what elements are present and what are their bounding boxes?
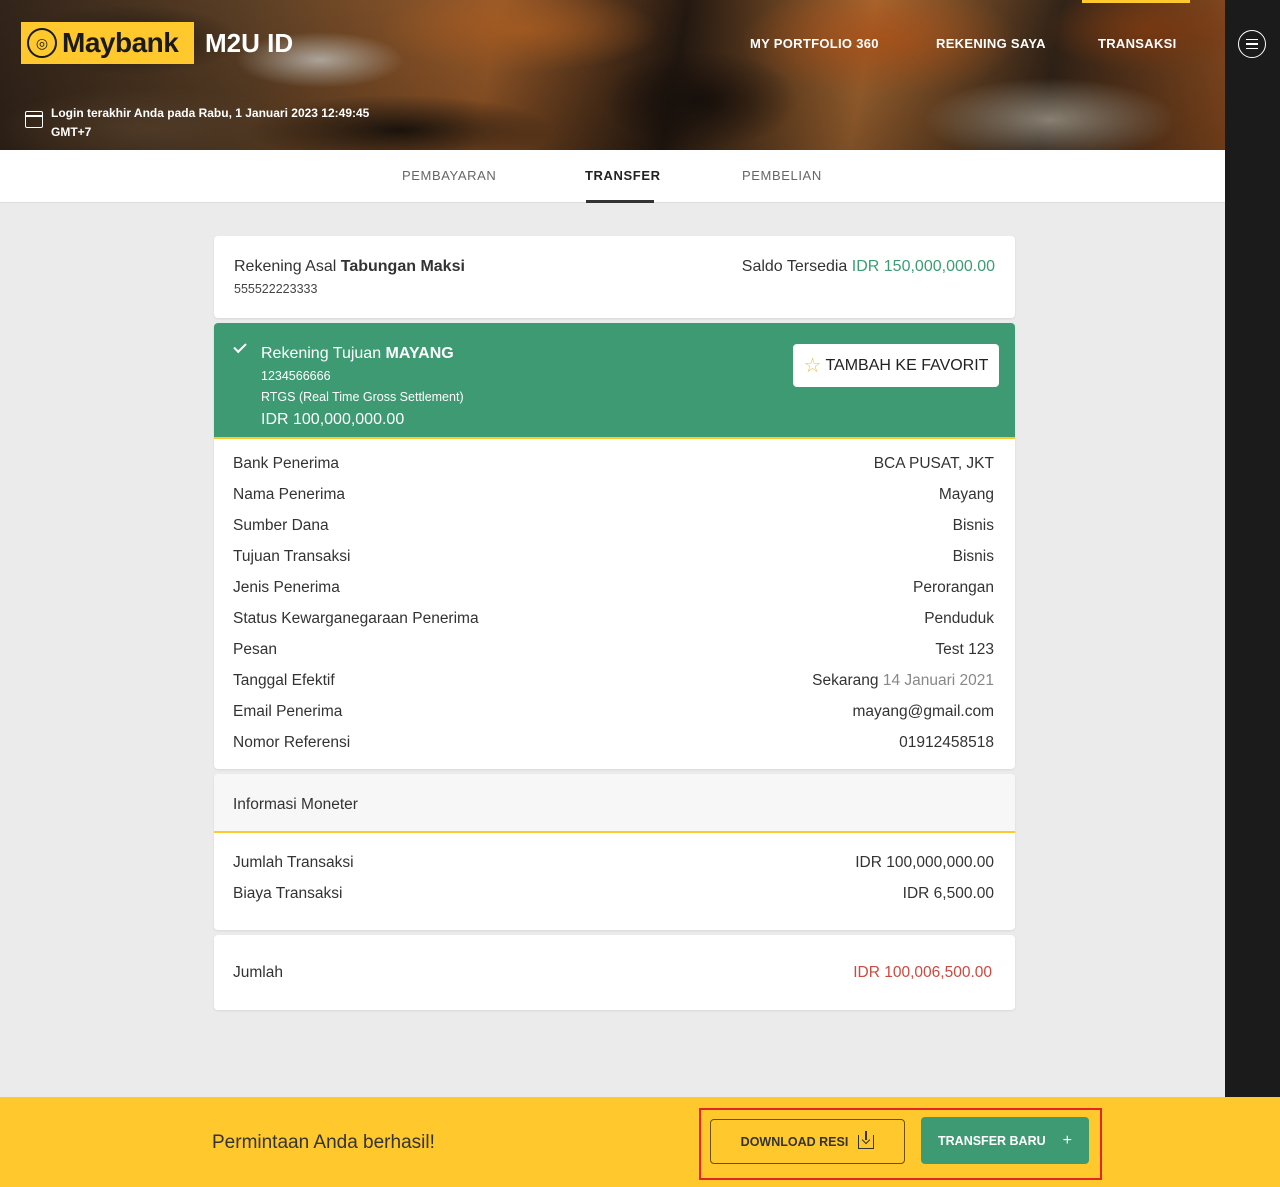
detail-row: Jenis Penerima Perorangan — [233, 579, 994, 597]
destination-amount: IDR 100,000,000.00 — [261, 411, 405, 428]
hero-header: ◎ Maybank M2U ID MY PORTFOLIO 360 REKENI… — [0, 0, 1225, 150]
star-icon: ☆ — [803, 354, 822, 377]
tiger-logo-icon: ◎ — [27, 28, 57, 58]
detail-row: Status Kewarganegaraan Penerima Penduduk — [233, 610, 994, 628]
detail-value: Bisnis — [952, 517, 994, 534]
monetary-info-title: Informasi Moneter — [233, 796, 358, 813]
destination-title: Rekening Tujuan MAYANG — [261, 345, 454, 363]
logo-text: Maybank — [62, 27, 179, 58]
plus-icon: + — [1062, 1131, 1072, 1149]
detail-label: Email Penerima — [233, 703, 343, 720]
status-footer: Permintaan Anda berhasil! DOWNLOAD RESI … — [0, 1097, 1280, 1187]
hamburger-menu-icon[interactable] — [1238, 30, 1266, 58]
detail-row: Nama Penerima Mayang — [233, 486, 994, 504]
new-transfer-button[interactable]: TRANSFER BARU + — [921, 1117, 1089, 1164]
tab-transfer[interactable]: TRANSFER — [585, 168, 661, 183]
total-card: Jumlah IDR 100,006,500.00 — [214, 935, 1015, 1010]
detail-row: Email Penerima mayang@gmail.com — [233, 703, 994, 721]
detail-value: Bisnis — [952, 548, 994, 565]
active-tab-underline — [586, 200, 654, 203]
monetary-row: Jumlah Transaksi IDR 100,000,000.00 — [233, 854, 994, 872]
new-transfer-label: TRANSFER BARU — [938, 1133, 1046, 1148]
nav-rekening-saya[interactable]: REKENING SAYA — [936, 36, 1046, 51]
check-icon — [233, 339, 247, 354]
available-balance: Saldo Tersedia IDR 150,000,000.00 — [742, 258, 995, 276]
detail-row: Tanggal Efektif Sekarang 14 Januari 2021 — [233, 672, 994, 690]
tab-pembayaran[interactable]: PEMBAYARAN — [402, 168, 496, 183]
calendar-clock-icon — [25, 111, 43, 128]
download-receipt-button[interactable]: DOWNLOAD RESI — [710, 1119, 905, 1164]
monetary-value: IDR 6,500.00 — [902, 885, 994, 902]
monetary-info-card: Informasi Moneter Jumlah Transaksi IDR 10… — [214, 774, 1015, 930]
detail-row: Nomor Referensi 01912458518 — [233, 734, 994, 752]
side-rail — [1225, 0, 1280, 1097]
detail-label: Tanggal Efektif — [233, 672, 335, 689]
detail-value: Test 123 — [935, 641, 994, 658]
detail-row: Sumber Dana Bisnis — [233, 517, 994, 535]
detail-label: Bank Penerima — [233, 455, 339, 472]
transaction-tabs: PEMBAYARAN TRANSFER PEMBELIAN — [0, 150, 1225, 203]
last-login-text: Login terakhir Anda pada Rabu, 1 Januari… — [51, 106, 370, 120]
nav-my-portfolio[interactable]: MY PORTFOLIO 360 — [750, 36, 879, 51]
detail-value: 01912458518 — [899, 734, 994, 751]
destination-account-number: 1234566666 — [261, 369, 331, 383]
detail-value: Sekarang 14 Januari 2021 — [812, 672, 994, 690]
detail-label: Tujuan Transaksi — [233, 548, 351, 565]
source-account-title: Rekening Asal Tabungan Maksi — [234, 258, 465, 276]
add-to-favorite-button[interactable]: ☆ TAMBAH KE FAVORIT — [793, 344, 999, 387]
detail-value: Mayang — [938, 486, 994, 503]
total-amount: IDR 100,006,500.00 — [853, 964, 992, 981]
source-account-card: Rekening Asal Tabungan Maksi 55552222333… — [214, 236, 1015, 318]
source-account-name: Tabungan Maksi — [340, 258, 465, 275]
effective-date: 14 Januari 2021 — [882, 672, 994, 689]
nav-active-indicator — [1082, 0, 1190, 3]
balance-label: Saldo Tersedia — [741, 258, 848, 275]
favorite-label: TAMBAH KE FAVORIT — [825, 356, 989, 374]
monetary-value: IDR 100,000,000.00 — [855, 854, 994, 871]
source-account-number: 555522223333 — [234, 282, 318, 296]
monetary-row: Biaya Transaksi IDR 6,500.00 — [233, 885, 994, 903]
destination-summary: Rekening Tujuan MAYANG 1234566666 RTGS (… — [214, 323, 1015, 439]
detail-row: Pesan Test 123 — [233, 641, 994, 659]
balance-amount: IDR 150,000,000.00 — [851, 258, 995, 275]
transfer-method: RTGS (Real Time Gross Settlement) — [261, 390, 464, 404]
detail-label: Status Kewarganegaraan Penerima — [233, 610, 479, 627]
monetary-info-header: Informasi Moneter — [214, 774, 1015, 833]
detail-label: Sumber Dana — [233, 517, 329, 534]
detail-row: Bank Penerima BCA PUSAT, JKT — [233, 455, 994, 473]
destination-name: MAYANG — [385, 345, 454, 362]
destination-account-card: Rekening Tujuan MAYANG 1234566666 RTGS (… — [214, 323, 1015, 769]
success-message: Permintaan Anda berhasil! — [212, 1132, 435, 1153]
detail-label: Nomor Referensi — [233, 734, 351, 751]
detail-label: Nama Penerima — [233, 486, 345, 503]
monetary-label: Biaya Transaksi — [233, 885, 343, 902]
detail-label: Pesan — [233, 641, 277, 658]
source-label: Rekening Asal — [234, 258, 337, 275]
app-name: M2U ID — [205, 28, 294, 58]
total-label: Jumlah — [233, 964, 283, 981]
download-label: DOWNLOAD RESI — [740, 1134, 849, 1149]
last-login-timezone: GMT+7 — [51, 125, 92, 139]
detail-value: Perorangan — [912, 579, 994, 596]
detail-label: Jenis Penerima — [233, 579, 340, 596]
monetary-label: Jumlah Transaksi — [233, 854, 354, 871]
detail-value: mayang@gmail.com — [852, 703, 994, 720]
effective-date-now: Sekarang — [812, 672, 879, 689]
destination-label: Rekening Tujuan — [261, 345, 382, 362]
detail-value: BCA PUSAT, JKT — [873, 455, 994, 472]
tab-pembelian[interactable]: PEMBELIAN — [742, 168, 822, 183]
download-icon — [858, 1130, 875, 1149]
maybank-logo[interactable]: ◎ Maybank — [21, 22, 194, 64]
detail-row: Tujuan Transaksi Bisnis — [233, 548, 994, 566]
nav-transaksi[interactable]: TRANSAKSI — [1098, 36, 1177, 51]
last-login-info: Login terakhir Anda pada Rabu, 1 Januari… — [25, 104, 369, 142]
detail-value: Penduduk — [924, 610, 994, 627]
